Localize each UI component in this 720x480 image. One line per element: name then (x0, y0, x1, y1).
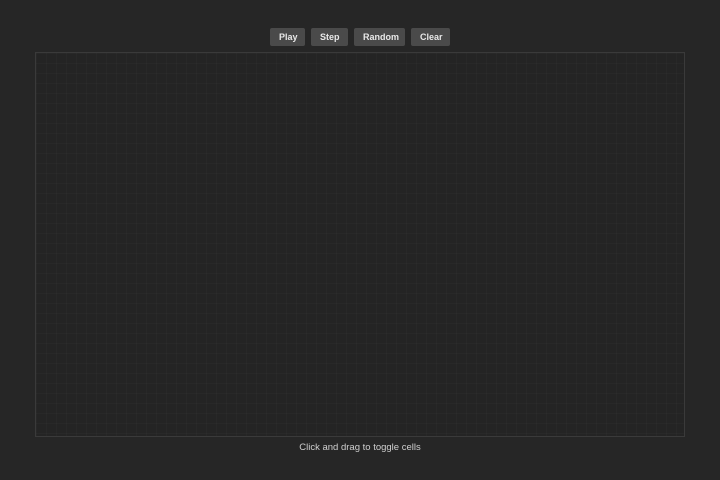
game-of-life-app: Play Step Random Clear Click and drag to… (0, 0, 720, 480)
play-button[interactable]: Play (270, 28, 305, 46)
toolbar: Play Step Random Clear (0, 28, 720, 46)
clear-button[interactable]: Clear (411, 28, 450, 46)
step-button[interactable]: Step (311, 28, 348, 46)
random-button[interactable]: Random (354, 28, 405, 46)
instruction-text: Click and drag to toggle cells (299, 442, 421, 453)
cell-grid-canvas[interactable] (35, 52, 685, 437)
